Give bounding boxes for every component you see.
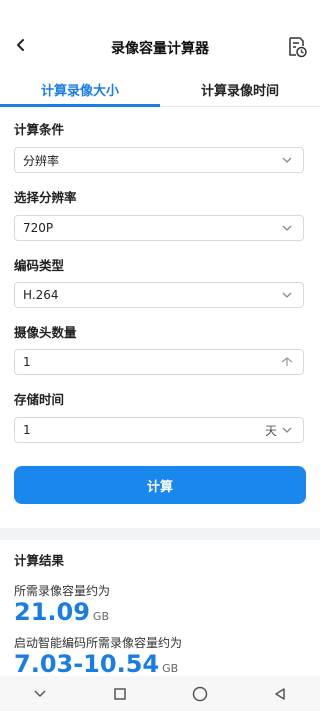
nav-back-icon[interactable] [270,684,290,704]
condition-value: 分辨率 [23,153,60,168]
tab-calc-size[interactable]: 计算录像大小 [0,72,160,107]
tab-calc-time[interactable]: 计算录像时间 [160,72,320,106]
chevron-down-icon [279,220,295,236]
storage-input[interactable]: 1 天 [14,417,304,443]
required-capacity-value: 21.09 [14,598,90,626]
chevron-down-icon [279,152,295,168]
smart-capacity-label: 启动智能编码所需录像容量约为 [14,636,183,650]
required-capacity-row: 21.09 GB [14,598,109,626]
page-title: 录像容量计算器 [111,41,209,57]
resolution-select[interactable]: 720P [14,215,304,241]
tab-bar: 计算录像大小 计算录像时间 [0,72,320,107]
back-arrow-icon[interactable] [10,34,32,56]
smart-capacity-unit: GB [162,662,179,675]
resolution-label: 选择分辨率 [14,190,77,205]
cameras-value: 1 [23,355,31,369]
chevron-down-icon [279,287,295,303]
cameras-label: 摄像头数量 [14,325,77,340]
nav-recents-icon[interactable] [110,684,130,704]
smart-capacity-value: 7.03-10.54 [14,650,160,678]
encoding-value: H.264 [23,288,59,302]
history-doc-icon[interactable] [286,36,308,58]
resolution-value: 720P [23,221,54,235]
required-capacity-unit: GB [92,610,109,623]
required-capacity-label: 所需录像容量约为 [14,584,111,598]
nav-home-icon[interactable] [190,684,210,704]
storage-value: 1 [23,423,31,437]
cameras-stepper[interactable]: 1 [14,349,304,375]
smart-capacity-row: 7.03-10.54 GB [14,650,178,678]
encoding-label: 编码类型 [14,258,65,273]
system-nav-bar [0,676,320,711]
condition-label: 计算条件 [14,122,65,137]
storage-label: 存储时间 [14,392,65,407]
storage-unit[interactable]: 天 [265,422,277,439]
section-divider [0,528,320,540]
chevron-down-icon[interactable] [279,422,295,438]
encoding-select[interactable]: H.264 [14,282,304,308]
nav-down-icon[interactable] [30,684,50,704]
condition-select[interactable]: 分辨率 [14,147,304,173]
calculate-button[interactable]: 计算 [14,466,306,504]
results-title: 计算结果 [14,553,65,568]
app-header: 录像容量计算器 [0,0,320,72]
chevron-up-icon[interactable] [279,354,295,370]
